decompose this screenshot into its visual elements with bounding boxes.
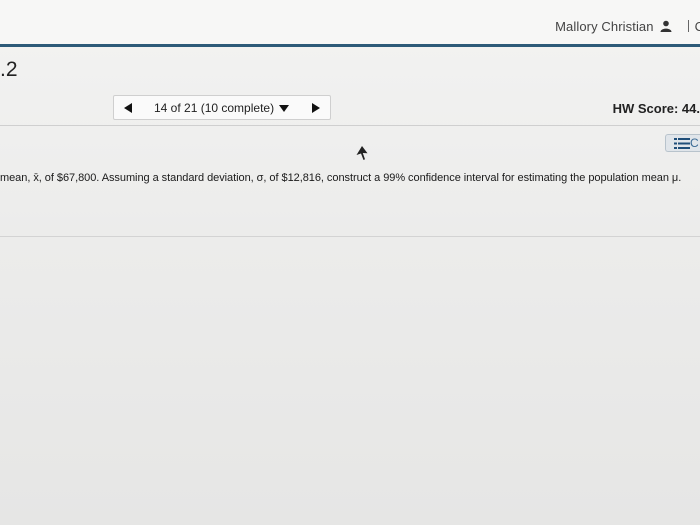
user-name[interactable]: Mallory Christian <box>555 19 654 34</box>
hw-score: HW Score: 44. <box>612 101 700 116</box>
user-area: Mallory Christian C <box>555 16 700 36</box>
section-number: .2 <box>0 58 18 81</box>
header-rule <box>0 44 700 47</box>
divider <box>687 20 689 32</box>
divider-line <box>0 236 700 237</box>
list-icon <box>674 138 690 149</box>
next-question-button[interactable] <box>312 103 320 113</box>
question-navigator: 14 of 21 (10 complete) <box>113 95 331 120</box>
divider-line <box>0 125 700 126</box>
question-text: mean, x̄, of $67,800. Assuming a standar… <box>0 172 682 184</box>
question-select[interactable]: 14 of 21 (10 complete) <box>154 101 290 115</box>
list-button-cut-label: C <box>690 136 699 150</box>
caret-down-icon <box>279 104 290 112</box>
mouse-cursor-icon <box>356 146 368 160</box>
top-bar: Mallory Christian C <box>0 0 700 44</box>
cut-off-menu-text[interactable]: C <box>695 19 700 34</box>
list-view-button[interactable]: C <box>665 134 700 152</box>
user-icon[interactable] <box>660 20 672 32</box>
question-position-label: 14 of 21 (10 complete) <box>154 101 275 115</box>
previous-question-button[interactable] <box>124 103 132 113</box>
